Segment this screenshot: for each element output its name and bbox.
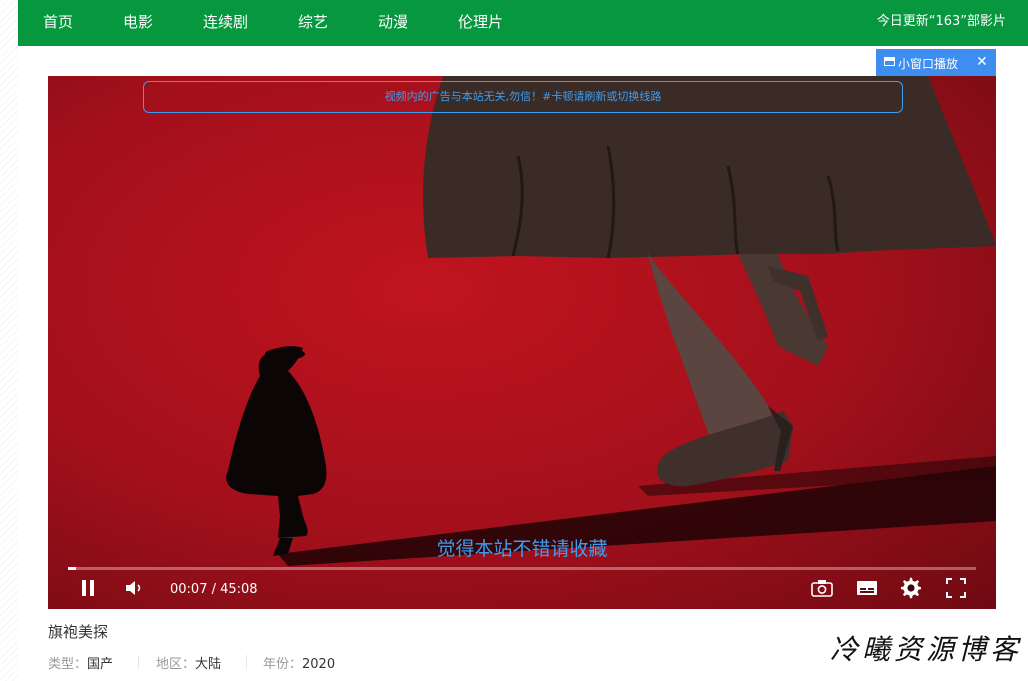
volume-icon [126, 581, 141, 595]
settings-button[interactable] [897, 574, 925, 602]
time-display: 00:07 / 45:08 [170, 582, 258, 597]
video-title: 旗袍美探 [48, 623, 109, 641]
progress-bar[interactable] [68, 567, 976, 570]
update-count-text: 今日更新“163”部影片 [876, 14, 1006, 29]
meta-type-value[interactable]: 国产 [87, 657, 113, 672]
mini-window-icon [884, 57, 895, 66]
meta-year-label: 年份： [263, 657, 303, 672]
ad-notice-banner: 视频内的广告与本站无关,勿信！#卡顿请刷新或切换线路 [143, 81, 903, 113]
video-frame [48, 76, 996, 609]
progress-fill [68, 567, 77, 570]
camera-icon [811, 580, 833, 597]
meta-region: 地区：大陆 [156, 653, 221, 672]
meta-divider [138, 655, 139, 669]
video-frame-art [226, 76, 996, 566]
meta-divider [246, 655, 247, 669]
subtitles-icon [857, 581, 877, 595]
mini-window-button[interactable]: 小窗口播放 ✕ [876, 49, 996, 76]
close-icon[interactable]: ✕ [976, 54, 988, 70]
nav-item-anime[interactable]: 动漫 [378, 13, 408, 31]
meta-year: 年份：2020 [263, 653, 335, 672]
meta-region-label: 地区： [156, 657, 196, 672]
volume-button[interactable] [120, 574, 148, 602]
video-player[interactable]: 视频内的广告与本站无关,勿信！#卡顿请刷新或切换线路 觉得本站不错请收藏 00:… [48, 76, 996, 609]
pause-button[interactable] [74, 574, 102, 602]
meta-type: 类型：国产 [48, 653, 113, 672]
player-controls: 00:07 / 45:08 [48, 571, 996, 609]
nav-item-movies[interactable]: 电影 [123, 13, 153, 31]
gear-icon [901, 577, 921, 599]
nav-item-series[interactable]: 连续剧 [203, 13, 248, 31]
meta-region-value[interactable]: 大陆 [195, 657, 221, 672]
pause-icon [82, 580, 94, 596]
subtitles-button[interactable] [853, 574, 881, 602]
nav-item-variety[interactable]: 综艺 [298, 13, 328, 31]
screenshot-button[interactable] [808, 574, 836, 602]
meta-year-value[interactable]: 2020 [302, 657, 335, 672]
top-nav: 首页 电影 连续剧 综艺 动漫 伦理片 今日更新“163”部影片 [18, 0, 1028, 46]
meta-type-label: 类型： [48, 657, 88, 672]
nav-item-ethics[interactable]: 伦理片 [458, 13, 503, 31]
subtitle-text: 觉得本站不错请收藏 [436, 538, 608, 560]
fullscreen-button[interactable] [942, 574, 970, 602]
watermark: 冷曦资源博客 [829, 633, 1022, 666]
mini-window-label: 小窗口播放 [898, 57, 959, 71]
nav-item-home[interactable]: 首页 [43, 13, 73, 31]
fullscreen-icon [946, 578, 966, 598]
